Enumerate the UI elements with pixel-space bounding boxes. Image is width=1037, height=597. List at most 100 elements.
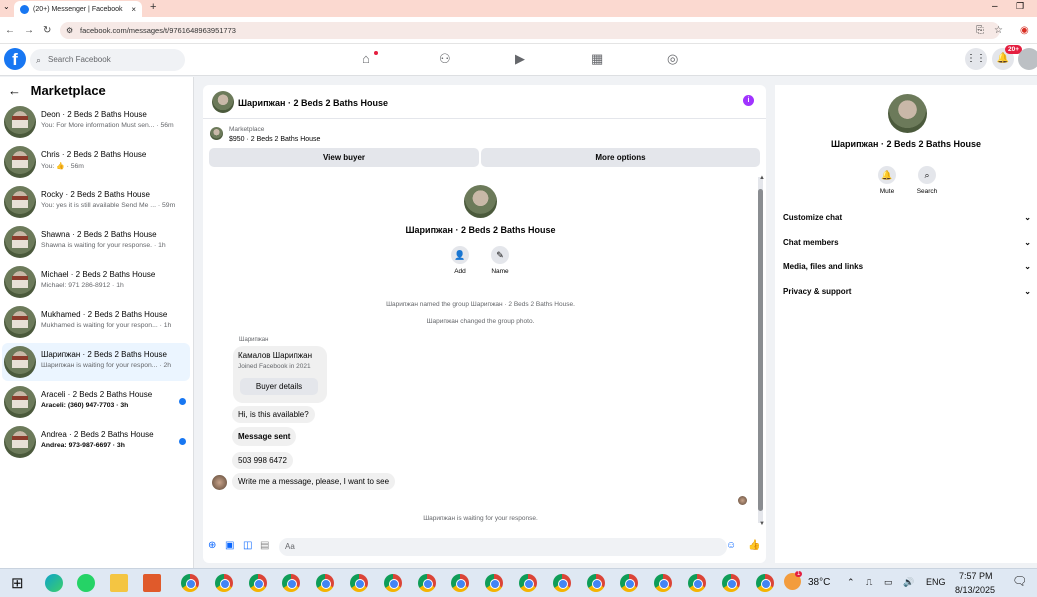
chrome-icon[interactable]: [350, 574, 368, 592]
panel-section-label: Media, files and links: [783, 262, 864, 271]
browser-tab[interactable]: (20+) Messenger | Facebook ×: [14, 1, 142, 17]
info-icon[interactable]: i: [743, 95, 754, 106]
search-input[interactable]: ⌕ Search Facebook: [30, 49, 185, 71]
conversation-avatar: [4, 346, 36, 378]
chrome-icon[interactable]: [586, 574, 605, 592]
conversation-item[interactable]: Chris · 2 Beds 2 Baths House You: 👍 · 56m: [2, 143, 190, 181]
sender-name: Шарипжан: [239, 337, 269, 343]
friends-icon[interactable]: ⚇: [439, 51, 451, 67]
chrome-icon[interactable]: [282, 574, 301, 592]
reload-icon[interactable]: ↻: [43, 25, 51, 36]
tab-close-icon[interactable]: ×: [131, 5, 136, 14]
panel-section-item[interactable]: Chat members ⌄: [783, 238, 1031, 247]
url-field[interactable]: ⚙ facebook.com/messages/t/97616489639517…: [60, 22, 1000, 39]
bookmark-star-icon[interactable]: ☆: [994, 25, 1003, 36]
unread-dot: [179, 398, 186, 405]
chrome-icon[interactable]: [417, 574, 436, 592]
panel-section-item[interactable]: Privacy & support ⌄: [783, 287, 1031, 296]
message-input[interactable]: Aa: [279, 538, 727, 556]
back-icon[interactable]: ←: [5, 25, 15, 36]
chevron-down-icon: ⌄: [1024, 286, 1031, 296]
account-avatar[interactable]: [1018, 48, 1037, 70]
video-icon[interactable]: ▶: [515, 51, 525, 67]
maximize-icon[interactable]: ❐: [1016, 1, 1024, 12]
clock-time[interactable]: 7:57 PM: [959, 571, 993, 581]
conversation-item[interactable]: Araceli · 2 Beds 2 Baths House Araceli: (…: [2, 383, 190, 421]
conversation-item[interactable]: Шарипжан · 2 Beds 2 Baths House Шарипжан …: [2, 343, 190, 381]
volume-icon[interactable]: 🔊: [903, 577, 914, 588]
conversation-item[interactable]: Deon · 2 Beds 2 Baths House You: For More…: [2, 103, 190, 141]
emoji-icon[interactable]: ☺: [726, 540, 736, 551]
chrome-icon[interactable]: [620, 574, 639, 592]
conversation-item[interactable]: Shawna · 2 Beds 2 Baths House Shawna is w…: [2, 223, 190, 261]
new-tab-button[interactable]: +: [150, 1, 156, 13]
photo-icon[interactable]: ▣: [225, 540, 234, 551]
network-icon[interactable]: ⎍: [866, 577, 872, 588]
chrome-icon[interactable]: [755, 574, 774, 592]
tray-overflow-icon[interactable]: ⌃: [847, 577, 855, 588]
add-person-icon[interactable]: 👤: [451, 246, 469, 264]
search-icon[interactable]: ⌕: [918, 166, 936, 184]
chrome-icon[interactable]: [654, 574, 673, 592]
chrome-icon[interactable]: [316, 574, 335, 592]
scrollbar-thumb[interactable]: [758, 189, 763, 511]
chrome-icon[interactable]: [688, 574, 706, 592]
mute-bell-icon[interactable]: 🔔: [878, 166, 896, 184]
forward-icon[interactable]: →: [24, 25, 34, 36]
app-icon[interactable]: [143, 574, 161, 592]
install-icon[interactable]: ⎘: [976, 25, 984, 36]
home-icon[interactable]: ⌂: [362, 51, 370, 66]
search-icon: ⌕: [36, 55, 42, 65]
conversation-item[interactable]: Andrea · 2 Beds 2 Baths House Andrea: 973…: [2, 423, 190, 461]
conversation-avatar: [4, 106, 36, 138]
menu-grid-icon[interactable]: ⋮⋮: [965, 48, 987, 70]
chrome-icon[interactable]: [383, 574, 402, 592]
clock-date[interactable]: 8/13/2025: [955, 585, 995, 595]
like-icon[interactable]: 👍: [748, 540, 760, 551]
chrome-icon[interactable]: [214, 574, 233, 592]
edit-name-icon[interactable]: ✎: [491, 246, 509, 264]
chat-header-title[interactable]: Шарипжан · 2 Beds 2 Baths House: [238, 98, 388, 108]
whatsapp-icon[interactable]: [77, 574, 95, 592]
chrome-icon[interactable]: [181, 574, 199, 592]
gif-icon[interactable]: ▤: [260, 540, 269, 551]
profile-icon[interactable]: ◉: [1020, 25, 1029, 36]
plus-icon[interactable]: ⊕: [208, 540, 216, 551]
chrome-icon[interactable]: [519, 574, 537, 592]
chrome-icon[interactable]: [485, 574, 504, 592]
windows-start-icon[interactable]: ⊞: [11, 574, 24, 592]
scroll-up-icon[interactable]: ▲: [759, 175, 765, 181]
chat-scrollbar[interactable]: [758, 177, 763, 523]
facebook-logo[interactable]: f: [4, 48, 26, 70]
chrome-icon[interactable]: [451, 574, 470, 592]
conversation-item[interactable]: Mukhamed · 2 Beds 2 Baths House Mukhamed …: [2, 303, 190, 341]
chrome-icon[interactable]: [552, 574, 571, 592]
buyer-details-button[interactable]: Buyer details: [240, 378, 318, 395]
display-icon[interactable]: ▭: [884, 577, 893, 588]
chrome-icon[interactable]: [248, 574, 267, 592]
scroll-down-icon[interactable]: ▼: [759, 521, 765, 527]
view-buyer-button[interactable]: View buyer: [209, 148, 479, 167]
minimize-icon[interactable]: –: [992, 1, 998, 12]
sticker-icon[interactable]: ◫: [243, 540, 252, 551]
site-info-icon[interactable]: ⚙: [66, 22, 73, 39]
sender-avatar[interactable]: [212, 475, 227, 490]
tab-list-icon[interactable]: ⌄: [3, 2, 10, 11]
notifications-center-icon[interactable]: 🗨: [1012, 574, 1027, 588]
more-options-button[interactable]: More options: [481, 148, 760, 167]
chrome-icon[interactable]: [721, 574, 740, 592]
temperature[interactable]: 38°C: [808, 577, 830, 588]
file-explorer-icon[interactable]: [110, 574, 128, 592]
panel-section-item[interactable]: Customize chat ⌄: [783, 213, 1031, 222]
edge-icon[interactable]: [45, 574, 63, 592]
conversation-item[interactable]: Rocky · 2 Beds 2 Baths House You: yes it …: [2, 183, 190, 221]
language-indicator[interactable]: ENG: [926, 577, 946, 587]
listing-price[interactable]: $950 · 2 Beds 2 Baths House: [229, 136, 320, 143]
listing-thumbnail[interactable]: [210, 127, 223, 140]
groups-icon[interactable]: ◎: [667, 51, 678, 67]
panel-section-item[interactable]: Media, files and links ⌄: [783, 262, 1031, 271]
back-arrow-icon[interactable]: ←: [8, 83, 21, 98]
marketplace-icon[interactable]: ▦: [591, 51, 603, 67]
conversation-item[interactable]: Michael · 2 Beds 2 Baths House Michael: 9…: [2, 263, 190, 301]
chat-avatar[interactable]: [212, 91, 234, 113]
